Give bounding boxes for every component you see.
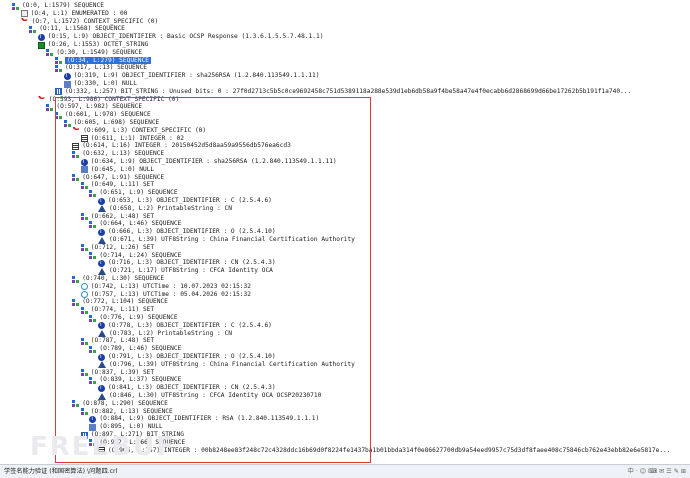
octet-icon [37, 41, 45, 49]
seq-icon [46, 103, 54, 111]
tree-node[interactable]: -(O:0, L:1579) SEQUENCE [12, 2, 104, 10]
tree-node-label: (O:15, L:9) OBJECT_IDENTIFIER : Basic OC… [47, 33, 324, 41]
tree-node[interactable]: -(O:7, L:1572) CONTEXT_SPECIFIC (0) [21, 18, 159, 26]
system-tray: 中 · ☺ ⌨ ✉ ☰ ✎ ⊞ [627, 468, 686, 475]
bits-icon [55, 88, 62, 96]
tree-node-label: (O:26, L:1553) OCTET_STRING [47, 41, 149, 48]
tree-node-label: (O:30, L:1549) SEQUENCE [56, 48, 143, 56]
highlight-box [55, 97, 371, 463]
ctx-icon [38, 96, 46, 103]
seq-icon [55, 57, 62, 65]
nul-icon [63, 80, 71, 88]
tree-node[interactable]: -(O:26, L:1553) OCTET_STRING [37, 41, 149, 49]
status-bar: 学签名能力验证 (和国密算法) \问题四.crl 中 · ☺ ⌨ ✉ ☰ ✎ ⊞ [0, 464, 690, 478]
tree-node-label: (O:7, L:1572) CONTEXT_SPECIFIC (0) [31, 17, 159, 25]
status-file-path: 学签名能力验证 (和国密算法) \问题四.crl [4, 468, 118, 475]
tree-node-label: (O:317, L:13) SEQUENCE [65, 64, 147, 72]
tree-node[interactable]: -(O:317, L:13) SEQUENCE [55, 64, 147, 72]
tree-node[interactable]: -(O:11, L:1568) SEQUENCE [29, 25, 125, 33]
watermark: FREEBUF [30, 432, 176, 462]
tree-node-selected[interactable]: +(O:34, L:279) SEQUENCE [55, 56, 151, 65]
oid-icon [37, 33, 45, 41]
tree-node-label: (O:34, L:279) SEQUENCE [65, 56, 151, 64]
tree-node-label: (O:0, L:1579) SEQUENCE [22, 2, 104, 9]
ctx-icon [21, 18, 29, 25]
seq-icon [12, 2, 19, 10]
tree-node[interactable]: (O:319, L:9) OBJECT_IDENTIFIER : sha256R… [63, 72, 320, 80]
tree-node[interactable]: (O:330, L:0) NULL [63, 80, 137, 88]
tree-node-label: (O:319, L:9) OBJECT_IDENTIFIER : sha256R… [73, 72, 320, 80]
tree-node[interactable]: (O:332, L:257) BIT_STRING : Unused bits:… [55, 88, 631, 96]
tree-node[interactable]: (O:4, L:1) ENUMERATED : 00 [20, 9, 128, 18]
enum-icon [20, 10, 28, 18]
seq-icon [55, 64, 62, 72]
seq-icon [46, 49, 54, 57]
tree-node-label: (O:330, L:0) NULL [73, 80, 137, 87]
tree-node-label: (O:11, L:1568) SEQUENCE [39, 25, 125, 33]
tree-node[interactable]: -(O:30, L:1549) SEQUENCE [46, 49, 142, 57]
tree-node-label: (O:4, L:1) ENUMERATED : 00 [30, 9, 128, 17]
seq-icon [29, 25, 37, 33]
tree-node[interactable]: (O:15, L:9) OBJECT_IDENTIFIER : Basic OC… [37, 33, 324, 41]
oid-icon [63, 72, 71, 80]
tree-node-label: (O:332, L:257) BIT_STRING : Unused bits:… [65, 87, 632, 95]
